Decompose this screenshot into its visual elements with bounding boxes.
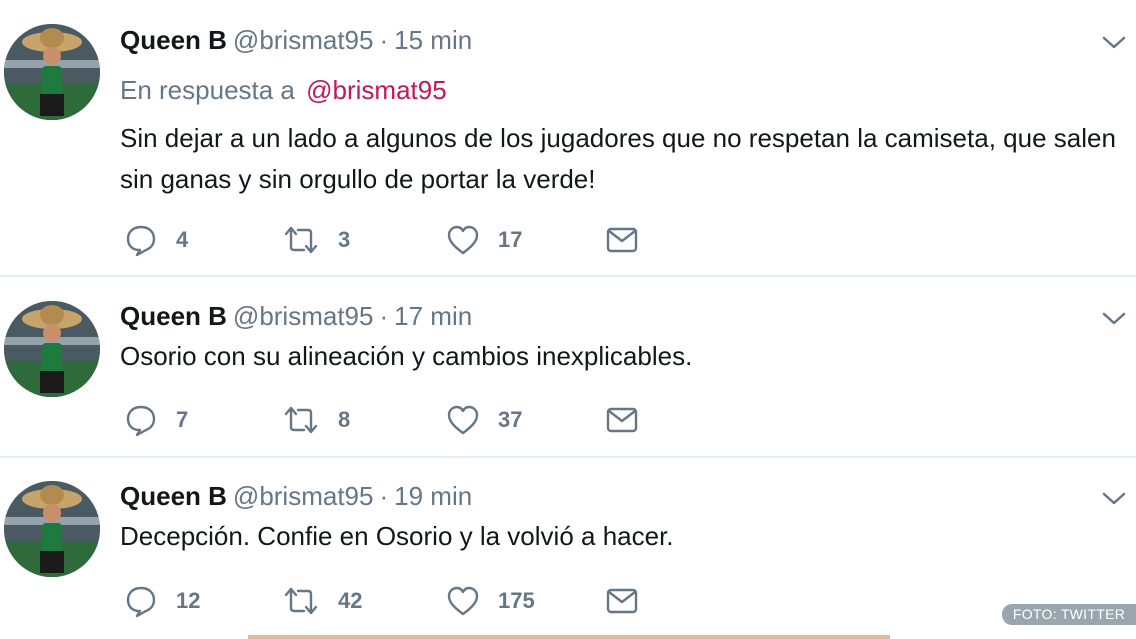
tweet[interactable]: Queen B @brismat95 · 15 min En respuesta a … — [0, 0, 1136, 275]
reply-count: 4 — [176, 227, 189, 252]
reply-button[interactable]: 7 — [124, 400, 188, 440]
photo-credit: FOTO: TWITTER — [1002, 604, 1136, 625]
retweet-count: 8 — [338, 407, 351, 432]
avatar-image — [4, 24, 100, 120]
reply-icon — [126, 405, 156, 437]
reply-count: 7 — [176, 407, 189, 432]
user-handle[interactable]: @brismat95 — [233, 301, 374, 331]
retweet-button[interactable]: 3 — [282, 220, 350, 260]
tweet-actions: 4 3 17 — [124, 220, 644, 260]
user-handle[interactable]: @brismat95 — [233, 25, 374, 55]
retweet-count: 3 — [338, 227, 351, 252]
bottom-image-edge — [248, 635, 890, 639]
like-button[interactable]: 17 — [446, 220, 522, 260]
timestamp[interactable]: 15 min — [394, 25, 472, 55]
reply-count: 12 — [176, 588, 201, 613]
reply-mention-link[interactable]: @brismat95 — [306, 75, 447, 105]
reply-button[interactable]: 4 — [124, 220, 188, 260]
avatar-image — [4, 301, 100, 397]
retweet-icon — [284, 226, 318, 254]
reply-prefix: En respuesta a — [120, 75, 295, 105]
avatar-image — [4, 481, 100, 577]
like-count: 37 — [498, 407, 523, 432]
separator-dot: · — [379, 25, 389, 55]
tweet-actions: 12 42 175 — [124, 581, 644, 621]
tweet[interactable]: Queen B @brismat95 · 17 min Osorio con su a… — [0, 277, 1136, 456]
like-count: 175 — [498, 588, 535, 613]
retweet-button[interactable]: 42 — [282, 581, 362, 621]
like-button[interactable]: 175 — [446, 581, 535, 621]
chevron-down-icon[interactable] — [1100, 488, 1128, 508]
display-name[interactable]: Queen B — [120, 25, 227, 55]
timestamp[interactable]: 17 min — [394, 301, 472, 331]
like-count: 17 — [498, 227, 523, 252]
tweet-header: Queen B @brismat95 · 15 min — [120, 25, 472, 55]
retweet-count: 42 — [338, 588, 363, 613]
like-button[interactable]: 37 — [446, 400, 522, 440]
tweet[interactable]: Queen B @brismat95 · 19 min Decepción. Conf… — [0, 458, 1136, 639]
retweet-icon — [284, 587, 318, 615]
direct-message-button[interactable] — [606, 220, 638, 260]
display-name[interactable]: Queen B — [120, 301, 227, 331]
reply-button[interactable]: 12 — [124, 581, 200, 621]
envelope-icon — [606, 227, 638, 253]
display-name[interactable]: Queen B — [120, 481, 227, 511]
chevron-down-icon[interactable] — [1100, 32, 1128, 52]
user-handle[interactable]: @brismat95 — [233, 481, 374, 511]
envelope-icon — [606, 588, 638, 614]
reply-context: En respuesta a @brismat95 — [120, 75, 447, 105]
heart-icon — [447, 405, 479, 435]
reply-icon — [126, 586, 156, 618]
separator-dot: · — [379, 301, 389, 331]
avatar[interactable] — [4, 301, 100, 397]
heart-icon — [447, 586, 479, 616]
tweet-text: Sin dejar a un lado a algunos de los jug… — [120, 123, 1116, 194]
separator-dot: · — [379, 481, 389, 511]
tweet-actions: 7 8 37 — [124, 400, 644, 440]
envelope-icon — [606, 407, 638, 433]
direct-message-button[interactable] — [606, 400, 638, 440]
heart-icon — [447, 225, 479, 255]
chevron-down-icon[interactable] — [1100, 308, 1128, 328]
avatar[interactable] — [4, 481, 100, 577]
direct-message-button[interactable] — [606, 581, 638, 621]
timestamp[interactable]: 19 min — [394, 481, 472, 511]
retweet-icon — [284, 406, 318, 434]
avatar[interactable] — [4, 24, 100, 120]
reply-icon — [126, 225, 156, 257]
tweet-header: Queen B @brismat95 · 17 min — [120, 301, 472, 331]
tweet-header: Queen B @brismat95 · 19 min — [120, 481, 472, 511]
retweet-button[interactable]: 8 — [282, 400, 350, 440]
tweet-text: Osorio con su alineación y cambios inexp… — [120, 341, 693, 371]
tweet-text: Decepción. Confie en Osorio y la volvió … — [120, 521, 674, 551]
